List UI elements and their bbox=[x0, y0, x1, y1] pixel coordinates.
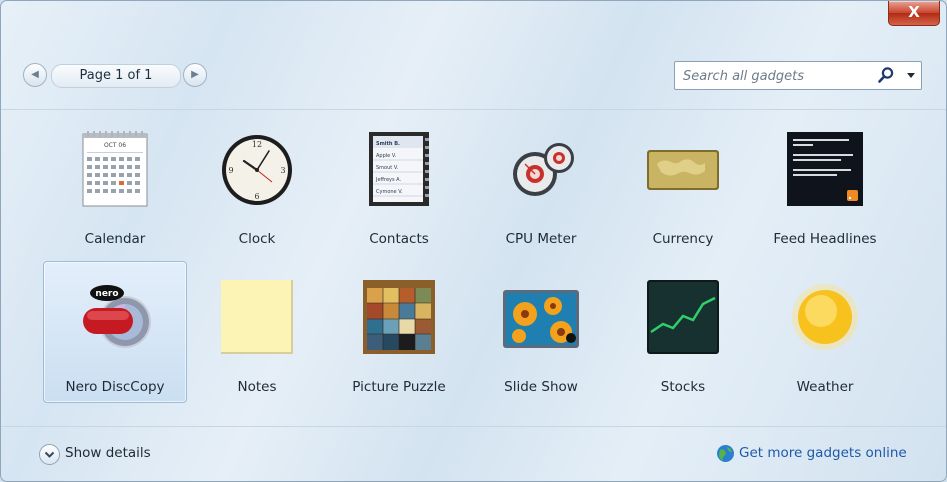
gadget-label: Weather bbox=[796, 379, 854, 395]
gadget-label: Notes bbox=[237, 379, 277, 395]
chevron-down-icon bbox=[39, 444, 60, 465]
divider bbox=[1, 426, 946, 427]
contacts-icon: Smith B. Apple V. Smout V. Jeffreys A. C… bbox=[369, 132, 429, 206]
gadget-stocks[interactable]: Stocks bbox=[611, 261, 755, 403]
previous-page-button[interactable]: ◀ bbox=[23, 63, 47, 87]
get-more-gadgets-label: Get more gadgets online bbox=[739, 445, 907, 461]
gadget-label: Slide Show bbox=[504, 379, 578, 395]
gadget-currency[interactable]: Currency bbox=[611, 113, 755, 255]
gadget-label: Nero DiscCopy bbox=[65, 379, 165, 395]
svg-text:OCT 06: OCT 06 bbox=[104, 142, 126, 149]
gadget-label: Stocks bbox=[660, 379, 706, 395]
weather-icon bbox=[792, 284, 858, 350]
close-button[interactable]: X bbox=[888, 1, 940, 26]
page-indicator: Page 1 of 1 bbox=[51, 64, 181, 88]
gadget-notes[interactable]: Notes bbox=[185, 261, 329, 403]
stocks-icon bbox=[647, 280, 719, 354]
calendar-icon: OCT 06 bbox=[82, 131, 148, 207]
gadget-cpu-meter[interactable]: CPU Meter bbox=[469, 113, 613, 255]
svg-text:9: 9 bbox=[228, 166, 233, 175]
clock-icon: 12 3 6 9 bbox=[222, 135, 292, 205]
show-details-button[interactable]: Show details bbox=[39, 442, 189, 466]
currency-icon bbox=[647, 150, 719, 190]
cpu-meter-icon bbox=[513, 143, 574, 196]
arrow-left-icon: ◀ bbox=[31, 69, 39, 80]
picture-puzzle-icon bbox=[363, 280, 435, 354]
gadget-slide-show[interactable]: Slide Show bbox=[469, 261, 613, 403]
gadget-label: Currency bbox=[652, 231, 714, 247]
gadget-weather[interactable]: Weather bbox=[753, 261, 897, 403]
svg-text:Apple V.: Apple V. bbox=[376, 153, 397, 159]
gadget-feed-headlines[interactable]: Feed Headlines bbox=[753, 113, 897, 255]
gadget-nero-disccopy[interactable]: nero Nero DiscCopy bbox=[43, 261, 187, 403]
page-navigator: ◀ Page 1 of 1 ▶ bbox=[23, 61, 213, 89]
notes-icon bbox=[221, 280, 293, 354]
gadget-grid: OCT 06 Calendar 12 3 6 9 Clock Smith B. … bbox=[1, 113, 946, 413]
svg-text:12: 12 bbox=[252, 140, 262, 149]
search-box[interactable] bbox=[674, 61, 922, 90]
svg-text:3: 3 bbox=[280, 166, 285, 175]
gadget-clock[interactable]: 12 3 6 9 Clock bbox=[185, 113, 329, 255]
globe-icon bbox=[717, 445, 734, 462]
arrow-right-icon: ▶ bbox=[191, 69, 199, 80]
slide-show-icon bbox=[503, 290, 579, 348]
nero-disccopy-icon: nero bbox=[83, 285, 151, 348]
gadget-calendar[interactable]: OCT 06 Calendar bbox=[43, 113, 187, 255]
gadget-gallery-window: X ◀ Page 1 of 1 ▶ OCT 06 bbox=[0, 0, 947, 482]
gadget-label: CPU Meter bbox=[505, 231, 577, 247]
svg-text:Cymone V.: Cymone V. bbox=[376, 189, 403, 195]
feed-headlines-icon bbox=[787, 132, 863, 206]
svg-text:Smout V.: Smout V. bbox=[376, 165, 399, 171]
gadget-contacts[interactable]: Smith B. Apple V. Smout V. Jeffreys A. C… bbox=[327, 113, 471, 255]
svg-text:nero: nero bbox=[95, 289, 118, 299]
gadget-label: Clock bbox=[238, 231, 276, 247]
gadget-label: Contacts bbox=[369, 231, 429, 247]
close-icon: X bbox=[908, 3, 920, 21]
chevron-down-icon[interactable] bbox=[906, 70, 916, 80]
divider bbox=[1, 109, 946, 110]
search-icon[interactable] bbox=[877, 66, 895, 84]
show-details-label: Show details bbox=[65, 445, 151, 461]
gadget-label: Calendar bbox=[84, 231, 146, 247]
get-more-gadgets-link[interactable]: Get more gadgets online bbox=[716, 442, 936, 466]
svg-text:6: 6 bbox=[254, 192, 259, 201]
gadget-label: Feed Headlines bbox=[773, 231, 877, 247]
svg-text:Smith B.: Smith B. bbox=[376, 141, 400, 147]
gadget-picture-puzzle[interactable]: Picture Puzzle bbox=[327, 261, 471, 403]
gadget-label: Picture Puzzle bbox=[352, 379, 446, 395]
next-page-button[interactable]: ▶ bbox=[183, 63, 207, 87]
search-input[interactable] bbox=[681, 65, 875, 87]
svg-text:Jeffreys A.: Jeffreys A. bbox=[375, 177, 402, 183]
